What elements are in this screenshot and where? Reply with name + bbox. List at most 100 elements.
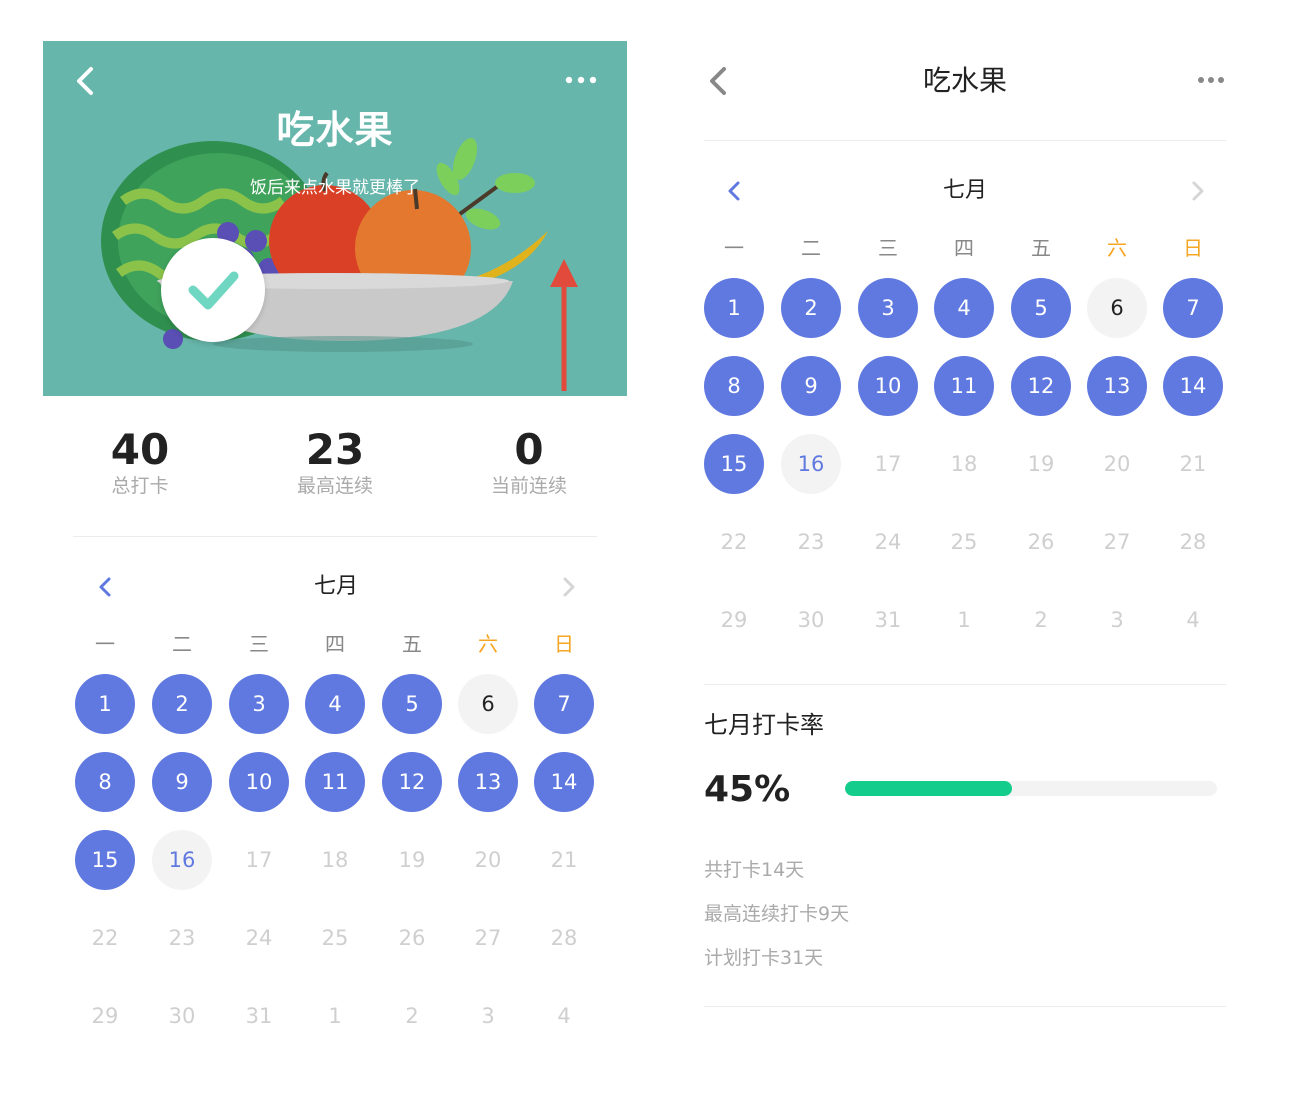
calendar-day-done[interactable]: 12 [1011,356,1071,416]
calendar-day-future[interactable]: 29 [75,986,135,1046]
calendar-day-future[interactable]: 26 [1011,512,1071,572]
calendar-day-future[interactable]: 21 [1163,434,1223,494]
calendar-day-done[interactable]: 14 [534,752,594,812]
calendar-day-done[interactable]: 9 [152,752,212,812]
calendar-day-future[interactable]: 23 [781,512,841,572]
rate-streak-text: 最高连续打卡9天 [704,903,850,925]
calendar-day-done[interactable]: 13 [458,752,518,812]
calendar-day-other[interactable]: 2 [1011,590,1071,650]
chevron-right-icon[interactable] [1186,179,1208,203]
weekday-label: 日 [554,632,574,656]
calendar-day-done[interactable]: 15 [704,434,764,494]
divider [704,140,1226,141]
calendar-day-future[interactable]: 28 [534,908,594,968]
stat-current-streak: 0 当前连续 [449,426,609,498]
calendar-day-done[interactable]: 1 [704,278,764,338]
calendar-day-done[interactable]: 14 [1163,356,1223,416]
calendar-day-done[interactable]: 5 [1011,278,1071,338]
hero-banner: 吃水果 饭后来点水果就更棒了 [43,41,627,396]
calendar-day-future[interactable]: 18 [934,434,994,494]
calendar-day-done[interactable]: 7 [1163,278,1223,338]
calendar-day-future[interactable]: 20 [1087,434,1147,494]
calendar-day-today[interactable]: 16 [152,830,212,890]
calendar-day-future[interactable]: 19 [382,830,442,890]
habit-subtitle: 饭后来点水果就更棒了 [250,178,420,198]
calendar-day-missed[interactable]: 6 [458,674,518,734]
calendar-day-done[interactable]: 2 [152,674,212,734]
weekday-label: 一 [724,236,744,260]
calendar-day-other[interactable]: 3 [458,986,518,1046]
calendar-day-done[interactable]: 7 [534,674,594,734]
chevron-right-icon[interactable] [557,575,579,599]
stat-value: 0 [514,425,544,474]
calendar-day-future[interactable]: 26 [382,908,442,968]
calendar-day-future[interactable]: 21 [534,830,594,890]
calendar-day-done[interactable]: 1 [75,674,135,734]
stat-total: 40 总打卡 [60,426,220,498]
weekday-label: 一 [95,632,115,656]
calendar-day-done[interactable]: 3 [229,674,289,734]
calendar-day-future[interactable]: 24 [858,512,918,572]
calendar-day-other[interactable]: 3 [1087,590,1147,650]
calendar-day-done[interactable]: 2 [781,278,841,338]
calendar-day-other[interactable]: 4 [1163,590,1223,650]
weekday-label: 五 [1031,236,1051,260]
calendar-day-future[interactable]: 19 [1011,434,1071,494]
calendar-day-future[interactable]: 20 [458,830,518,890]
calendar-day-future[interactable]: 31 [858,590,918,650]
calendar-day-done[interactable]: 5 [382,674,442,734]
arrow-up-icon [550,259,578,287]
stats-row: 40 总打卡 23 最高连续 0 当前连续 [43,426,627,506]
calendar-day-future[interactable]: 29 [704,590,764,650]
calendar-day-missed[interactable]: 6 [1087,278,1147,338]
calendar-day-future[interactable]: 17 [229,830,289,890]
calendar-day-other[interactable]: 1 [305,986,365,1046]
chevron-left-icon[interactable] [71,63,101,99]
calendar-day-future[interactable]: 30 [781,590,841,650]
calendar-day-done[interactable]: 3 [858,278,918,338]
weekday-label: 三 [878,236,898,260]
calendar-day-other[interactable]: 1 [934,590,994,650]
calendar-day-done[interactable]: 13 [1087,356,1147,416]
calendar-day-other[interactable]: 4 [534,986,594,1046]
calendar-day-done[interactable]: 4 [305,674,365,734]
calendar-day-future[interactable]: 22 [704,512,764,572]
calendar-day-done[interactable]: 10 [858,356,918,416]
calendar-day-future[interactable]: 30 [152,986,212,1046]
rate-total-text: 共打卡14天 [704,859,805,881]
calendar-day-future[interactable]: 24 [229,908,289,968]
calendar-day-done[interactable]: 8 [75,752,135,812]
calendar-day-future[interactable]: 17 [858,434,918,494]
rate-title: 七月打卡率 [704,711,824,739]
calendar-day-future[interactable]: 31 [229,986,289,1046]
left-screen: 吃水果 饭后来点水果就更棒了 40 总打卡 23 最高连续 0 当前连续 七月一… [43,41,627,1081]
calendar-day-done[interactable]: 11 [934,356,994,416]
calendar-day-done[interactable]: 4 [934,278,994,338]
calendar-day-future[interactable]: 27 [458,908,518,968]
calendar-day-done[interactable]: 10 [229,752,289,812]
calendar-day-future[interactable]: 28 [1163,512,1223,572]
calendar-day-future[interactable]: 22 [75,908,135,968]
check-in-button[interactable] [161,238,265,342]
calendar-day-done[interactable]: 11 [305,752,365,812]
calendar-day-future[interactable]: 18 [305,830,365,890]
page-title: 吃水果 [922,64,1007,97]
calendar-day-future[interactable]: 25 [305,908,365,968]
calendar-day-today[interactable]: 16 [781,434,841,494]
stat-label: 当前连续 [490,475,567,497]
more-dots-icon[interactable] [563,71,599,89]
more-dots-icon[interactable] [1196,71,1226,89]
calendar-day-other[interactable]: 2 [382,986,442,1046]
calendar-day-future[interactable]: 23 [152,908,212,968]
calendar-day-done[interactable]: 12 [382,752,442,812]
weekday-row: 一二三四五六日 [75,629,597,659]
calendar-header: 七月 [75,567,597,607]
divider [704,1006,1226,1007]
checkmark-icon [188,271,239,310]
calendar-day-done[interactable]: 15 [75,830,135,890]
calendar-day-done[interactable]: 8 [704,356,764,416]
calendar-day-done[interactable]: 9 [781,356,841,416]
calendar-day-future[interactable]: 25 [934,512,994,572]
calendar-header: 七月 [704,171,1226,211]
calendar-day-future[interactable]: 27 [1087,512,1147,572]
